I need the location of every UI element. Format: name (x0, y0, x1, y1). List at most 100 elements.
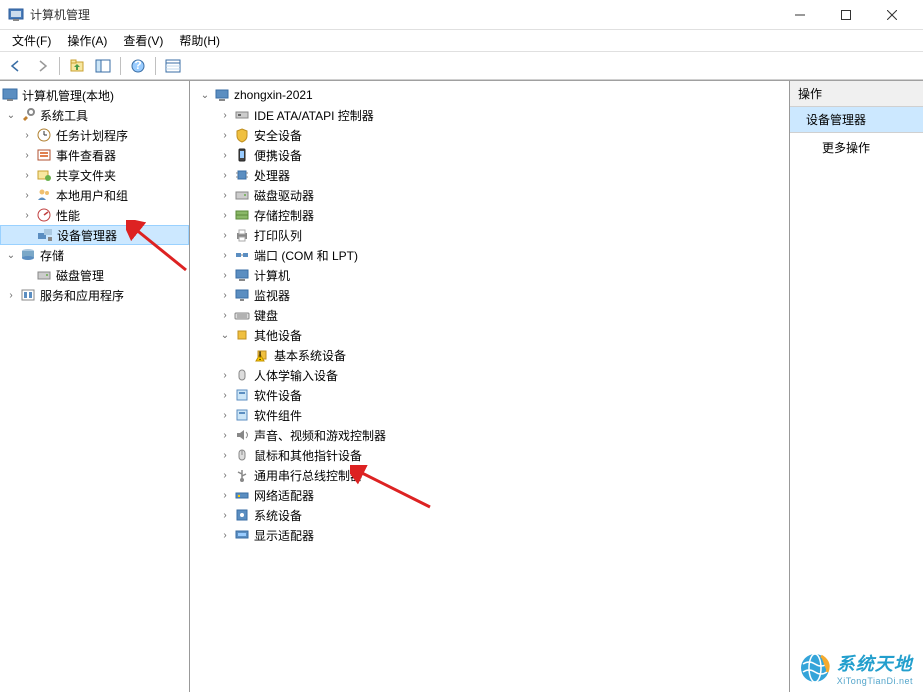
nav-services-apps[interactable]: › 服务和应用程序 (0, 285, 189, 305)
nav-task-scheduler[interactable]: ›任务计划程序 (0, 125, 189, 145)
printer-icon (234, 227, 250, 243)
forward-button[interactable] (30, 55, 54, 77)
device-display[interactable]: › 显示适配器 (190, 525, 789, 545)
nav-system-tools[interactable]: ⌄ 系统工具 (0, 105, 189, 125)
up-button[interactable] (65, 55, 89, 77)
device-other[interactable]: ⌄ 其他设备 (190, 325, 789, 345)
device-mice[interactable]: › 鼠标和其他指针设备 (190, 445, 789, 465)
actions-header: 操作 (790, 81, 923, 107)
device-hid[interactable]: › 人体学输入设备 (190, 365, 789, 385)
expand-icon[interactable]: › (218, 308, 232, 322)
device-portable[interactable]: › 便携设备 (190, 145, 789, 165)
menu-view[interactable]: 查看(V) (115, 30, 171, 51)
expand-icon[interactable]: › (20, 188, 34, 202)
nav-event-viewer[interactable]: ›事件查看器 (0, 145, 189, 165)
expand-icon[interactable]: › (218, 488, 232, 502)
expand-icon[interactable]: › (218, 268, 232, 282)
expand-icon[interactable]: › (218, 188, 232, 202)
expand-icon[interactable]: › (218, 148, 232, 162)
device-label: 软件组件 (254, 407, 302, 424)
warn-icon: ! (254, 347, 270, 363)
expand-icon[interactable]: › (20, 128, 34, 142)
app-icon (8, 7, 24, 23)
device-label: 监视器 (254, 287, 290, 304)
watermark-text: 系统天地 (837, 650, 913, 676)
device-print_queues[interactable]: › 打印队列 (190, 225, 789, 245)
title-bar: 计算机管理 (0, 0, 923, 30)
device-disk_drives[interactable]: › 磁盘驱动器 (190, 185, 789, 205)
actions-selected[interactable]: 设备管理器 (790, 107, 923, 133)
nav-label: 共享文件夹 (56, 167, 116, 184)
nav-label: 设备管理器 (57, 227, 117, 244)
expand-icon[interactable]: › (218, 468, 232, 482)
nav-performance[interactable]: ›性能 (0, 205, 189, 225)
menu-help[interactable]: 帮助(H) (171, 30, 228, 51)
expand-icon[interactable]: › (20, 148, 34, 162)
event-icon (36, 147, 52, 163)
device-ide[interactable]: › IDE ATA/ATAPI 控制器 (190, 105, 789, 125)
minimize-button[interactable] (777, 0, 823, 30)
nav-label: 服务和应用程序 (40, 287, 124, 304)
cpu-icon (234, 167, 250, 183)
expand-icon[interactable]: › (218, 368, 232, 382)
expand-icon[interactable]: › (218, 388, 232, 402)
device-network[interactable]: › 网络适配器 (190, 485, 789, 505)
actions-more[interactable]: 更多操作 (790, 133, 923, 162)
device-sound[interactable]: › 声音、视频和游戏控制器 (190, 425, 789, 445)
device-keyboards[interactable]: › 键盘 (190, 305, 789, 325)
expand-icon[interactable]: › (218, 208, 232, 222)
hid-icon (234, 367, 250, 383)
nav-storage[interactable]: ⌄存储 (0, 245, 189, 265)
keyboard-icon (234, 307, 250, 323)
device-usb[interactable]: › 通用串行总线控制器 (190, 465, 789, 485)
maximize-button[interactable] (823, 0, 869, 30)
device-security[interactable]: › 安全设备 (190, 125, 789, 145)
collapse-icon[interactable]: ⌄ (198, 88, 212, 102)
expand-icon[interactable]: › (218, 448, 232, 462)
device-monitors[interactable]: › 监视器 (190, 285, 789, 305)
close-button[interactable] (869, 0, 915, 30)
menu-action[interactable]: 操作(A) (59, 30, 115, 51)
expand-icon[interactable]: › (218, 508, 232, 522)
device-computer[interactable]: › 计算机 (190, 265, 789, 285)
collapse-icon[interactable]: ⌄ (4, 248, 18, 262)
nav-shared-folders[interactable]: › 共享文件夹 (0, 165, 189, 185)
expand-icon[interactable]: › (4, 288, 18, 302)
device-label: 鼠标和其他指针设备 (254, 447, 362, 464)
device-processors[interactable]: › 处理器 (190, 165, 789, 185)
globe-icon (799, 652, 831, 684)
expand-icon[interactable]: › (218, 228, 232, 242)
device-label: 显示适配器 (254, 527, 314, 544)
expand-icon[interactable]: › (20, 168, 34, 182)
expand-icon[interactable]: › (218, 288, 232, 302)
device-software_comp[interactable]: › 软件组件 (190, 405, 789, 425)
device-system[interactable]: › 系统设备 (190, 505, 789, 525)
expand-icon[interactable]: › (218, 108, 232, 122)
help-button[interactable]: ? (126, 55, 150, 77)
expand-icon[interactable]: › (218, 528, 232, 542)
show-hide-tree-button[interactable] (91, 55, 115, 77)
content-area: 计算机管理(本地) ⌄ 系统工具 ›任务计划程序 ›事件查看器 › 共享文件夹 ›… (0, 80, 923, 692)
nav-local-users[interactable]: ›本地用户和组 (0, 185, 189, 205)
menu-file[interactable]: 文件(F) (4, 30, 59, 51)
expand-icon[interactable]: › (218, 128, 232, 142)
expand-icon[interactable]: › (218, 428, 232, 442)
nav-disk-mgmt[interactable]: 磁盘管理 (0, 265, 189, 285)
device-storage_ctrl[interactable]: › 存储控制器 (190, 205, 789, 225)
back-button[interactable] (4, 55, 28, 77)
details-view-button[interactable] (161, 55, 185, 77)
expand-icon[interactable]: › (218, 248, 232, 262)
device-ports[interactable]: › 端口 (COM 和 LPT) (190, 245, 789, 265)
expand-icon[interactable]: › (20, 208, 34, 222)
collapse-icon[interactable]: ⌄ (4, 108, 18, 122)
expand-icon[interactable]: › (218, 168, 232, 182)
collapse-icon[interactable]: ⌄ (218, 328, 232, 342)
expand-icon[interactable]: › (218, 408, 232, 422)
device-software_dev[interactable]: › 软件设备 (190, 385, 789, 405)
watermark: 系统天地 XiTongTianDi.net (799, 650, 913, 686)
device-root[interactable]: ⌄ zhongxin-2021 (190, 85, 789, 105)
device-other_child[interactable]: ! 基本系统设备 (190, 345, 789, 365)
nav-root[interactable]: 计算机管理(本地) (0, 85, 189, 105)
nav-device-manager[interactable]: 设备管理器 (0, 225, 189, 245)
device-label: 软件设备 (254, 387, 302, 404)
